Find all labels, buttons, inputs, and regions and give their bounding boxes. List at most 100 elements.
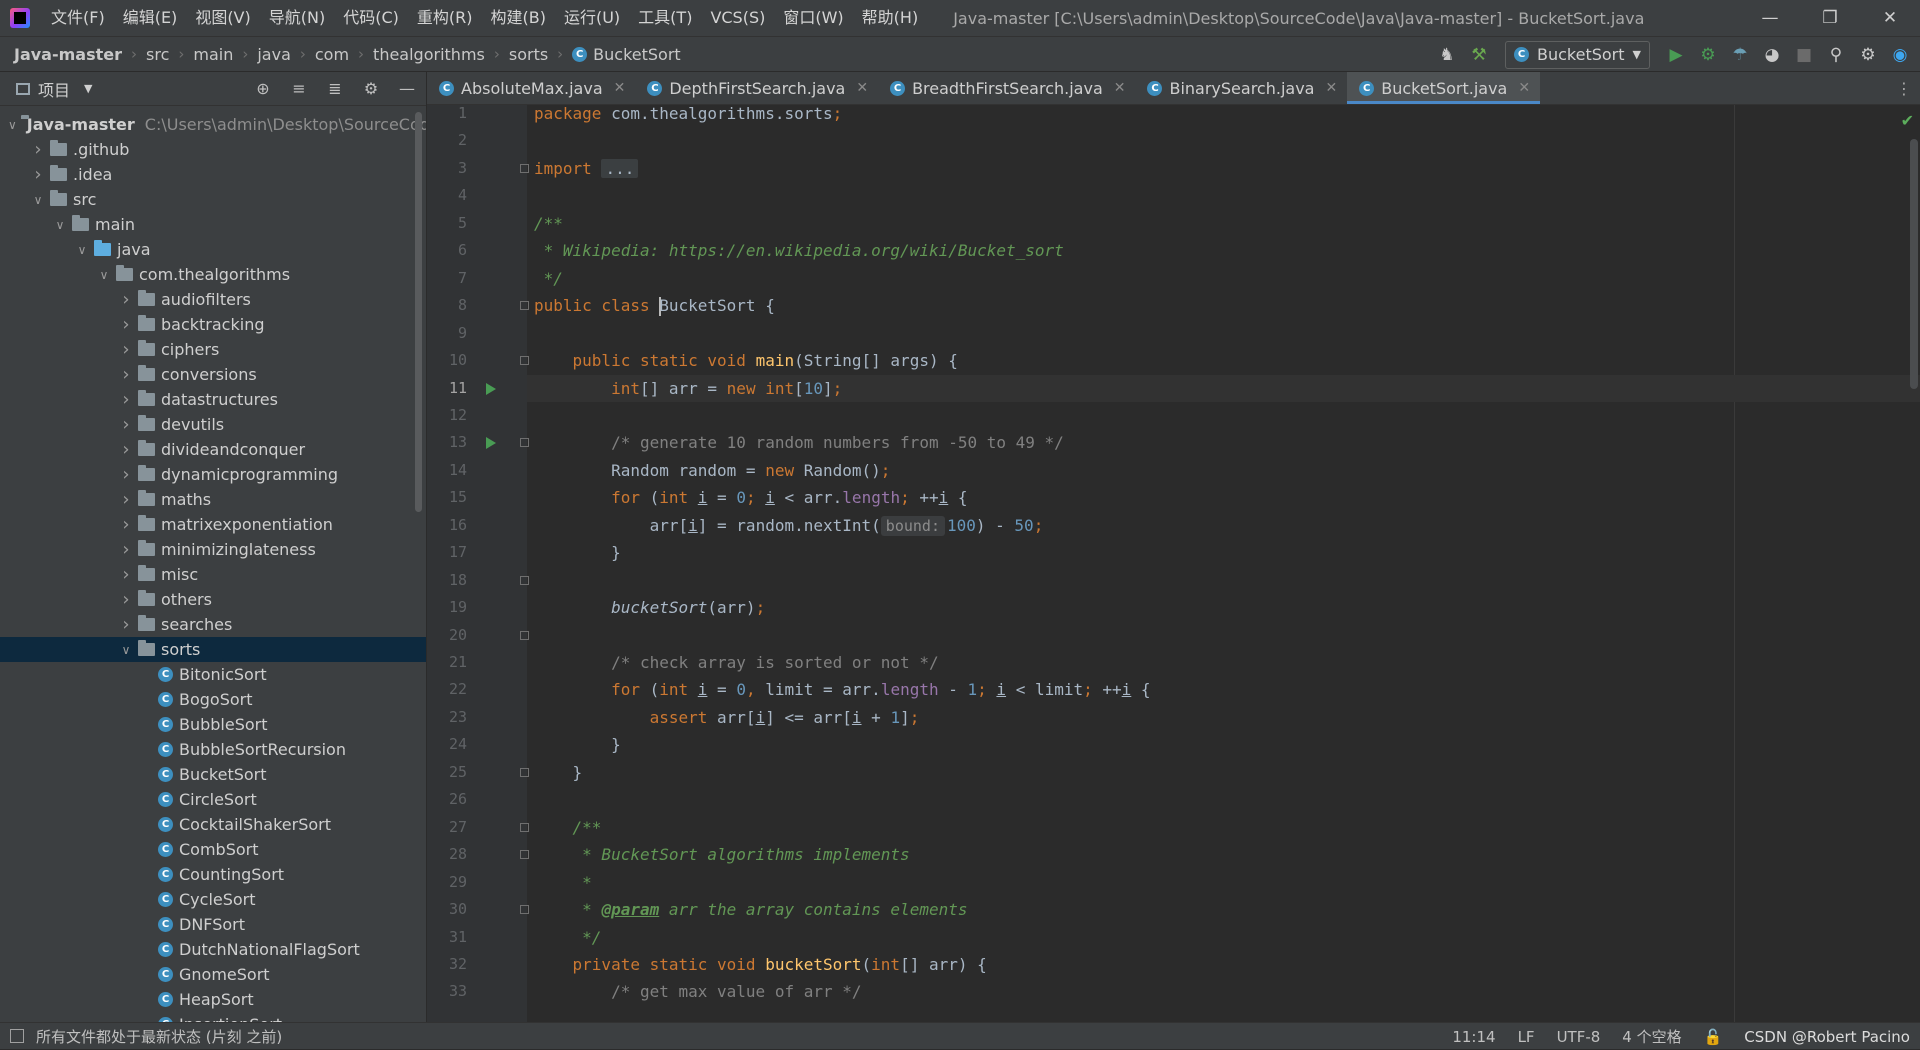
code-editor[interactable]: 1 2 3 4 5 6 7 8 9 10 11 12 13 14 15 16 17 18 19 20 21 22 23 24 2… (427, 105, 1920, 1022)
chevron-right-icon[interactable]: › (118, 389, 134, 410)
editor-tab[interactable]: C AbsoluteMax.java ✕ (427, 72, 635, 104)
tree-folder-item[interactable]: ∨ main (0, 212, 426, 237)
fold-marker-icon[interactable] (520, 822, 529, 832)
menu-item[interactable]: 导航(N) (260, 0, 334, 36)
tree-scrollbar[interactable] (415, 112, 422, 512)
stop-icon[interactable]: ■ (1790, 41, 1818, 69)
tree-folder-item[interactable]: › backtracking (0, 312, 426, 337)
tree-folder-item[interactable]: › .idea (0, 162, 426, 187)
file-encoding[interactable]: UTF-8 (1557, 1028, 1601, 1046)
breadcrumb-item[interactable]: thealgorithms (373, 45, 485, 64)
editor-scrollbar[interactable] (1910, 139, 1918, 389)
menu-item[interactable]: 文件(F) (42, 0, 114, 36)
toolbox-icon[interactable]: ◉ (1886, 41, 1914, 69)
breadcrumb-item[interactable]: src (146, 45, 169, 64)
tree-folder-item[interactable]: › devutils (0, 412, 426, 437)
fold-marker-icon[interactable] (520, 356, 529, 366)
menu-item[interactable]: 代码(C) (334, 0, 408, 36)
restore-icon[interactable]: ❐ (1800, 0, 1860, 36)
editor-tab[interactable]: C DepthFirstSearch.java ✕ (635, 72, 878, 104)
close-icon[interactable]: ✕ (1860, 0, 1920, 36)
chevron-down-icon[interactable]: ∨ (52, 218, 68, 232)
tree-class-item[interactable]: C CombSort (0, 837, 426, 862)
fold-marker-icon[interactable] (520, 767, 529, 777)
debug-icon[interactable]: ⚙ (1694, 41, 1722, 69)
breadcrumb-item[interactable]: BucketSort (593, 45, 681, 64)
line-separator[interactable]: LF (1518, 1028, 1535, 1046)
tree-folder-item[interactable]: › .github (0, 137, 426, 162)
tree-folder-item[interactable]: › datastructures (0, 387, 426, 412)
tree-folder-item[interactable]: ∨ src (0, 187, 426, 212)
run-icon[interactable]: ▶ (1662, 41, 1690, 69)
tree-class-item[interactable]: C HeapSort (0, 987, 426, 1012)
tree-folder-item[interactable]: › dynamicprogramming (0, 462, 426, 487)
menu-item[interactable]: 视图(V) (186, 0, 259, 36)
tree-folder-item[interactable]: › ciphers (0, 337, 426, 362)
project-view-selector[interactable]: 项目 ▼ (16, 77, 92, 101)
profiler-icon[interactable]: ◕ (1758, 41, 1786, 69)
breadcrumb-item[interactable]: sorts (509, 45, 548, 64)
user-icon[interactable]: ♞ (1433, 41, 1461, 69)
build-hammer-icon[interactable]: ⚒ (1465, 41, 1493, 69)
chevron-down-icon[interactable]: ∨ (96, 268, 112, 282)
chevron-down-icon[interactable]: ∨ (118, 643, 134, 657)
no-problems-check-icon[interactable]: ✔ (1901, 111, 1914, 130)
close-icon[interactable]: ✕ (1114, 80, 1126, 96)
search-icon[interactable]: ⚲ (1822, 41, 1850, 69)
tree-class-item[interactable]: C CountingSort (0, 862, 426, 887)
tree-class-item[interactable]: C BogoSort (0, 687, 426, 712)
menu-item[interactable]: 重构(R) (408, 0, 482, 36)
fold-marker-icon[interactable] (520, 630, 529, 640)
caret-position[interactable]: 11:14 (1452, 1028, 1495, 1046)
breadcrumb-item[interactable]: java (257, 45, 291, 64)
run-configuration-select[interactable]: C BucketSort ▼ (1505, 40, 1650, 69)
fold-marker-icon[interactable] (520, 905, 529, 915)
close-icon[interactable]: ✕ (1518, 80, 1530, 96)
fold-marker-icon[interactable] (520, 163, 529, 173)
menu-item[interactable]: 编辑(E) (114, 0, 187, 36)
chevron-right-icon[interactable]: › (118, 539, 134, 560)
tree-class-item[interactable]: C CircleSort (0, 787, 426, 812)
folded-imports[interactable]: ... (601, 158, 639, 178)
breadcrumb-item[interactable]: com (315, 45, 349, 64)
menu-item[interactable]: 窗口(W) (774, 0, 852, 36)
chevron-right-icon[interactable]: › (118, 514, 134, 535)
chevron-right-icon[interactable]: › (118, 364, 134, 385)
chevron-right-icon[interactable]: › (30, 139, 46, 160)
gear-icon[interactable]: ⚙ (356, 79, 386, 98)
close-icon[interactable]: ✕ (614, 80, 626, 96)
collapse-all-icon[interactable]: ≣ (320, 79, 350, 98)
chevron-right-icon[interactable]: › (118, 589, 134, 610)
breadcrumb-item[interactable]: main (193, 45, 233, 64)
tree-class-item[interactable]: C DutchNationalFlagSort (0, 937, 426, 962)
menu-item[interactable]: 构建(B) (482, 0, 555, 36)
minimize-icon[interactable]: — (1740, 0, 1800, 36)
locate-icon[interactable]: ⊕ (248, 79, 278, 98)
breadcrumb-item[interactable]: Java-master (14, 45, 122, 64)
tree-folder-item[interactable]: › misc (0, 562, 426, 587)
editor-tab[interactable]: C BinarySearch.java ✕ (1135, 72, 1347, 104)
tree-class-item[interactable]: C CocktailShakerSort (0, 812, 426, 837)
gear-icon[interactable]: ⚙ (1854, 41, 1882, 69)
fold-marker-icon[interactable] (520, 301, 529, 311)
chevron-down-icon[interactable]: ∨ (30, 193, 46, 207)
menu-item[interactable]: VCS(S) (701, 0, 774, 36)
run-gutter-icon[interactable] (486, 382, 496, 395)
chevron-right-icon[interactable]: › (118, 564, 134, 585)
tree-folder-item[interactable]: › conversions (0, 362, 426, 387)
tree-folder-item[interactable]: ∨ com.thealgorithms (0, 262, 426, 287)
hide-icon[interactable]: — (392, 79, 422, 98)
tree-folder-item[interactable]: › searches (0, 612, 426, 637)
expand-all-icon[interactable]: ≡ (284, 79, 314, 98)
more-tabs-icon[interactable]: ⋮ (1896, 72, 1912, 105)
tree-folder-item[interactable]: ∨ java (0, 237, 426, 262)
chevron-right-icon[interactable]: › (118, 464, 134, 485)
close-icon[interactable]: ✕ (856, 80, 868, 96)
coverage-icon[interactable]: ☂ (1726, 41, 1754, 69)
tree-folder-item[interactable]: › audiofilters (0, 287, 426, 312)
chevron-right-icon[interactable]: › (118, 289, 134, 310)
run-gutter-icon[interactable] (486, 437, 496, 450)
tree-class-item[interactable]: C BubbleSortRecursion (0, 737, 426, 762)
tool-window-toggle-icon[interactable] (10, 1029, 24, 1043)
chevron-right-icon[interactable]: › (118, 414, 134, 435)
